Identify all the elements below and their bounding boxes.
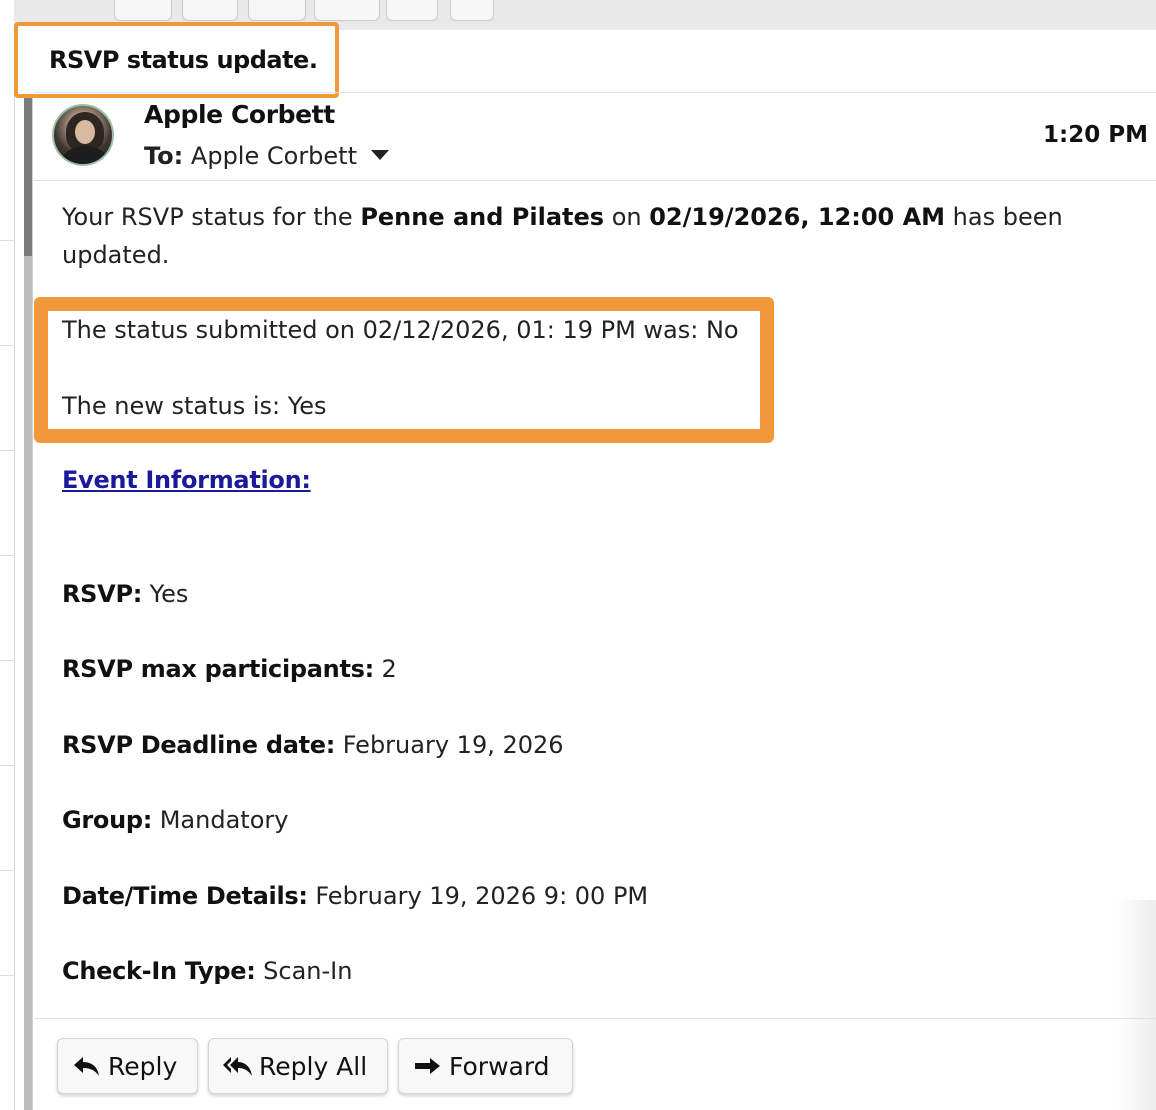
panel-shadow — [1116, 900, 1156, 1110]
event-datetime: 02/19/2026, 12:00 AM — [649, 203, 946, 231]
message-subject: RSVP status update. — [49, 46, 318, 74]
divider — [0, 555, 14, 556]
divider — [0, 345, 14, 346]
intro-paragraph: Your RSVP status for the Penne and Pilat… — [62, 198, 1063, 274]
toolbar-button[interactable] — [450, 0, 494, 21]
intro-text: updated. — [62, 241, 170, 269]
toolbar-button[interactable] — [314, 0, 380, 21]
new-status: The new status is: Yes — [62, 392, 327, 420]
detail-row: Check-In Type: Scan-In — [62, 957, 352, 985]
detail-label: RSVP max participants: — [62, 655, 374, 683]
pane-scroll-edge — [24, 36, 32, 1110]
detail-value: Scan-In — [255, 957, 353, 985]
detail-row: RSVP max participants: 2 — [62, 655, 397, 683]
detail-row: Date/Time Details: February 19, 2026 9: … — [62, 882, 648, 910]
divider — [0, 240, 14, 241]
detail-label: RSVP Deadline date: — [62, 731, 336, 759]
detail-value: 2 — [373, 655, 397, 683]
forward-label: Forward — [449, 1051, 550, 1081]
detail-label: Check-In Type: — [62, 957, 256, 985]
reply-arrow-icon — [74, 1057, 99, 1076]
divider — [34, 180, 1156, 181]
divider — [0, 975, 14, 976]
forward-button[interactable]: Forward — [398, 1038, 573, 1094]
reply-button[interactable]: Reply — [57, 1038, 198, 1094]
detail-label: Group: — [62, 806, 153, 834]
to-label: To: — [144, 142, 184, 170]
toolbar-button[interactable] — [248, 0, 306, 21]
divider — [0, 765, 14, 766]
divider — [0, 660, 14, 661]
sender-name[interactable]: Apple Corbett — [144, 100, 335, 129]
recipients-line[interactable]: To: Apple Corbett — [144, 142, 389, 170]
reply-label: Reply — [108, 1051, 178, 1081]
divider — [34, 1018, 1156, 1019]
divider — [34, 92, 1156, 93]
intro-text: has been — [945, 203, 1063, 231]
reply-all-button[interactable]: Reply All — [208, 1038, 388, 1094]
intro-text: on — [604, 203, 650, 231]
divider — [0, 870, 14, 871]
chevron-down-icon[interactable] — [371, 150, 389, 160]
detail-value: February 19, 2026 9: 00 PM — [307, 882, 649, 910]
detail-row: RSVP Deadline date: February 19, 2026 — [62, 731, 564, 759]
intro-text: Your RSVP status for the — [62, 203, 361, 231]
detail-row: Group: Mandatory — [62, 806, 288, 834]
toolbar-button[interactable] — [114, 0, 172, 21]
forward-arrow-icon — [415, 1058, 440, 1074]
detail-label: RSVP: — [62, 580, 143, 608]
avatar[interactable] — [52, 104, 114, 166]
recipient-name: Apple Corbett — [190, 142, 357, 170]
reply-all-arrow-icon — [223, 1057, 252, 1076]
detail-row: RSVP: Yes — [62, 580, 188, 608]
toolbar-button[interactable] — [182, 0, 238, 21]
message-list-gutter — [0, 0, 15, 1110]
message-pane — [32, 30, 1156, 1110]
divider — [0, 450, 14, 451]
previous-status: The status submitted on 02/12/2026, 01: … — [62, 316, 739, 344]
detail-label: Date/Time Details: — [62, 882, 308, 910]
detail-value: Mandatory — [152, 806, 289, 834]
event-name: Penne and Pilates — [360, 203, 605, 231]
reply-all-label: Reply All — [259, 1051, 368, 1081]
toolbar-button[interactable] — [386, 0, 438, 21]
detail-value: February 19, 2026 — [335, 731, 564, 759]
message-time: 1:20 PM — [1043, 122, 1148, 148]
detail-value: Yes — [142, 580, 189, 608]
event-information-link[interactable]: Event Information: — [62, 466, 311, 494]
